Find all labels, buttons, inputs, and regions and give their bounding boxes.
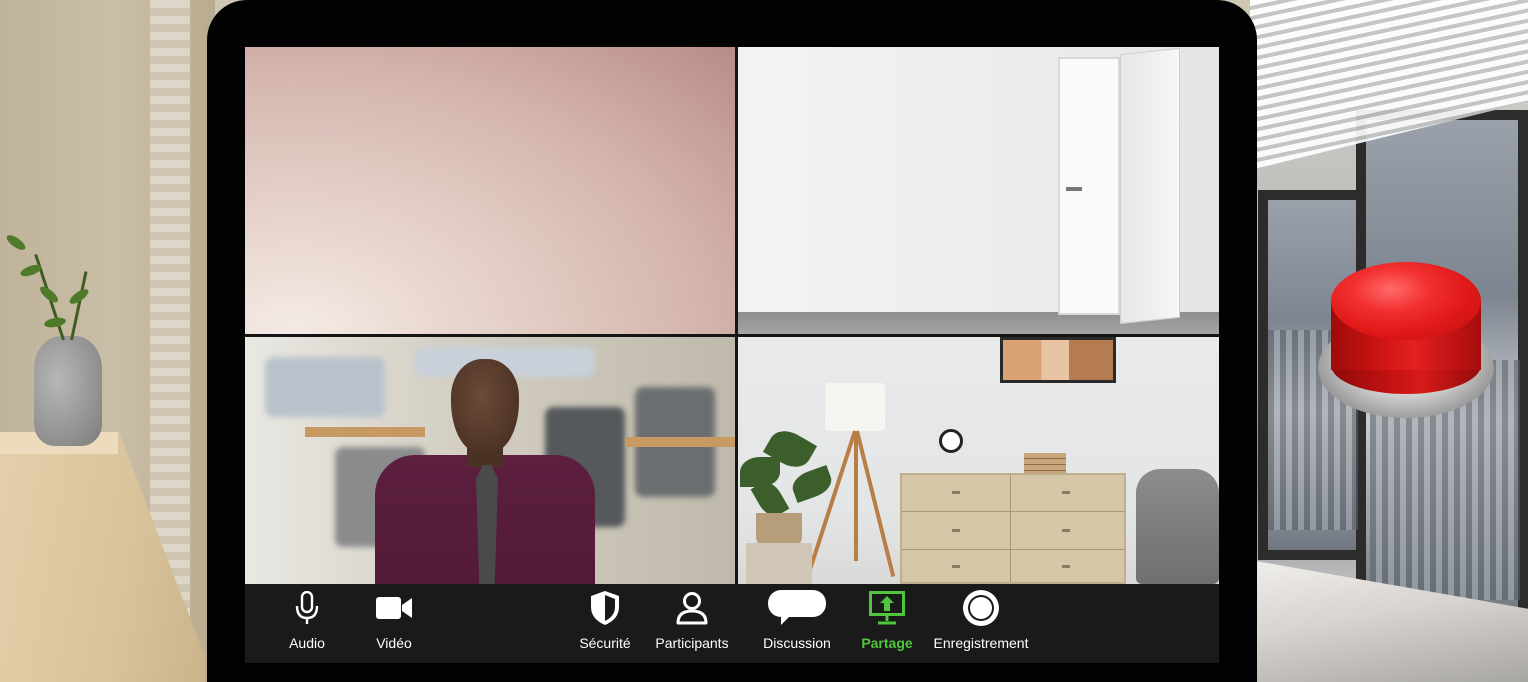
participants-label: Participants — [655, 635, 729, 651]
books — [1024, 453, 1066, 473]
plant-pot — [756, 513, 802, 547]
shield-icon — [589, 584, 621, 632]
floor-lamp-shade — [825, 383, 885, 431]
video-tile-2[interactable] — [738, 47, 1219, 334]
button-cap — [1331, 262, 1481, 340]
microphone-icon — [294, 584, 320, 632]
clock — [939, 429, 963, 453]
record-button[interactable]: Enregistrement — [929, 584, 1033, 663]
record-label: Enregistrement — [933, 635, 1029, 651]
security-label: Sécurité — [579, 635, 631, 651]
video-camera-icon — [375, 584, 413, 632]
armchair — [1136, 469, 1219, 584]
share-screen-icon — [869, 584, 905, 632]
open-door — [1120, 47, 1180, 325]
video-label: Vidéo — [376, 635, 412, 651]
audio-label: Audio — [289, 635, 325, 651]
video-tile-3[interactable] — [245, 337, 735, 584]
avatar-head — [451, 359, 519, 453]
avatar-tie — [476, 465, 498, 584]
record-icon — [962, 584, 1000, 632]
chat-button[interactable]: Discussion — [757, 584, 837, 663]
speech-bubble-icon — [767, 584, 827, 632]
security-button[interactable]: Sécurité — [575, 584, 635, 663]
video-tile-1[interactable] — [245, 47, 735, 334]
grey-vase — [34, 336, 102, 446]
video-call-screen: Audio Vidéo Sécurité Participants Discus… — [245, 47, 1219, 663]
stool — [746, 543, 812, 584]
chat-label: Discussion — [763, 635, 831, 651]
wall-art — [1000, 337, 1116, 383]
door-frame — [1058, 57, 1120, 315]
meeting-toolbar: Audio Vidéo Sécurité Participants Discus… — [245, 584, 1219, 663]
dresser — [900, 473, 1126, 584]
share-button[interactable]: Partage — [857, 584, 917, 663]
audio-button[interactable]: Audio — [285, 584, 329, 663]
door-handle — [1066, 187, 1082, 191]
video-tile-4[interactable] — [738, 337, 1219, 584]
video-button[interactable]: Vidéo — [371, 584, 417, 663]
share-label: Partage — [861, 635, 913, 651]
participants-button[interactable]: Participants — [650, 584, 734, 663]
person-icon — [675, 584, 709, 632]
